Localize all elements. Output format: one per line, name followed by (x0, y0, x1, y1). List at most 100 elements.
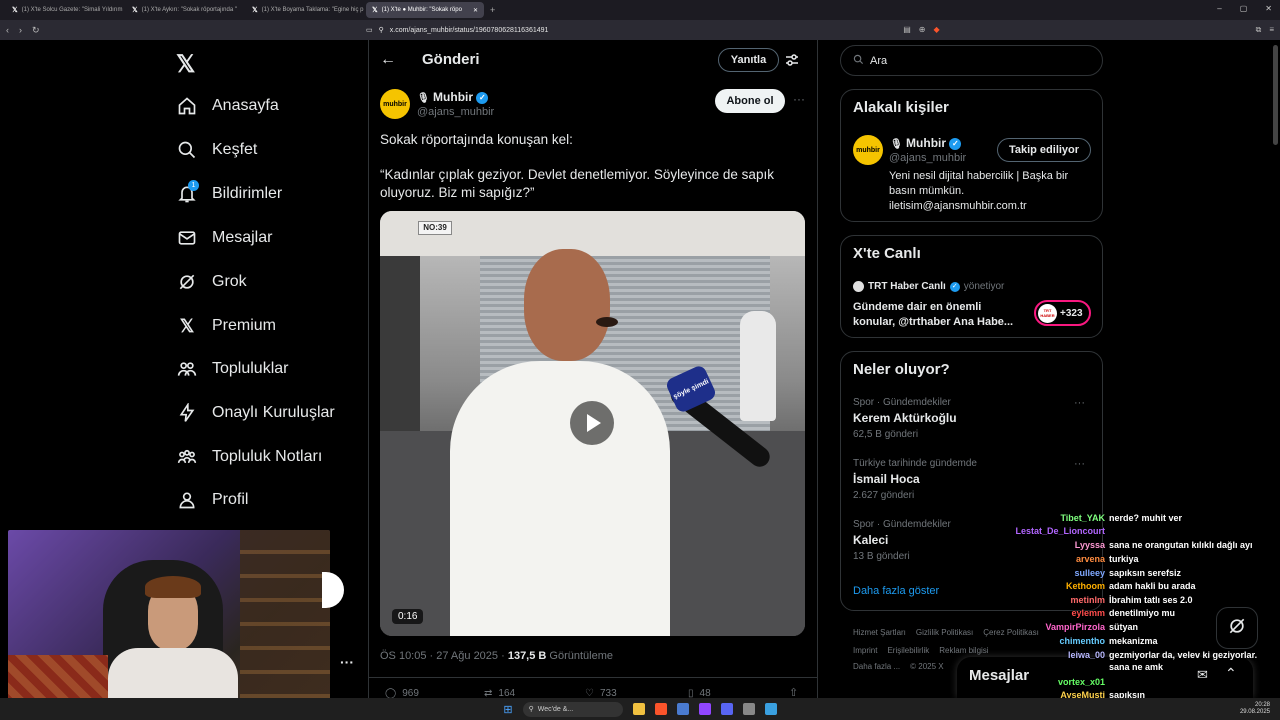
post-text-line2: “Kadınlar çıplak geziyor. Devlet denetle… (380, 167, 774, 200)
file-explorer-icon[interactable] (632, 703, 645, 715)
settings-sliders-icon[interactable] (784, 52, 800, 68)
post-timestamp[interactable]: ÖS 10:05 · 27 Ağu 2025 · (380, 650, 505, 662)
live-host-row[interactable]: TRT Haber Canlı ✓ yönetiyor (853, 281, 1004, 292)
chat-username[interactable]: Lyyssa (1000, 540, 1105, 550)
chat-text: gezmiyorlar da, velev ki geziyorlar. (1109, 650, 1258, 660)
maximize-icon[interactable]: ▢ (1240, 4, 1248, 13)
shield-icon[interactable]: ◆ (933, 25, 939, 35)
live-title: X'te Canlı (853, 245, 921, 262)
more-options-icon[interactable]: ··· (793, 92, 805, 106)
chat-text: sapıksın serefsiz (1109, 568, 1182, 578)
chat-username[interactable]: arvena (1000, 554, 1105, 564)
minimize-icon[interactable]: – (1217, 4, 1221, 13)
post-video[interactable]: NO:39 şöyle şimdi 0:16 (380, 211, 805, 636)
following-button[interactable]: Takip ediliyor (997, 138, 1091, 162)
bookmark-icon[interactable]: ▭ (366, 26, 373, 34)
chat-username[interactable]: Kethoom (1000, 581, 1105, 591)
chevron-up-icon[interactable]: ⌃ (1225, 665, 1237, 682)
communities-icon (176, 358, 198, 380)
search-icon (176, 139, 198, 161)
reader-icon[interactable]: ▤ (903, 25, 911, 35)
url-field[interactable]: ▭ ⚲ x.com/ajans_muhbir/status/1960780628… (366, 26, 903, 35)
browser-tab[interactable]: 𝕏 (1) X'te Boyama Taklama: "Egine hiç p (246, 2, 364, 18)
close-tab-icon[interactable]: ✕ (473, 7, 478, 14)
app-icon[interactable] (676, 703, 689, 715)
app-icon[interactable] (698, 703, 711, 715)
chat-text: sütyan (1109, 622, 1139, 632)
views-label: Görüntüleme (549, 650, 614, 662)
taskbar-search[interactable]: ⚲ Wec'de &... (522, 701, 623, 717)
taskbar-clock[interactable]: 20:28 29.08.2025 (1240, 702, 1270, 716)
nav-premium[interactable]: 𝕏 Premium (176, 315, 276, 337)
browser-tab[interactable]: 𝕏 (1) X'te Solcu Gazete: "Simali Yıldırım (6, 2, 124, 18)
live-listeners-pill[interactable]: TRT HABER +323 (1034, 300, 1091, 326)
nav-profile[interactable]: Profil (176, 489, 248, 511)
chat-username[interactable]: leiwa_00 (1000, 650, 1105, 660)
nav-home[interactable]: Anasayfa (176, 95, 279, 117)
page-title: Gönderi (422, 51, 480, 68)
chat-username[interactable]: sulleey (1000, 568, 1105, 578)
app-icon[interactable] (742, 703, 755, 715)
chat-username[interactable]: VampirPirzola (1000, 622, 1105, 632)
author-name-row[interactable]: 🎙 Muhbir ✓ (417, 90, 489, 104)
person-shirt-image (108, 648, 238, 705)
close-window-icon[interactable]: ✕ (1265, 4, 1272, 13)
new-tab-icon[interactable]: + (490, 5, 495, 15)
nav-community-notes[interactable]: Topluluk Notları (176, 446, 322, 468)
live-description[interactable]: Gündeme dair en önemli konular, @trthabe… (853, 300, 1023, 330)
more-options-icon[interactable]: ··· (1074, 397, 1085, 409)
more-options-icon[interactable]: ··· (1074, 458, 1085, 470)
extensions-icon[interactable]: ⧉ (1256, 25, 1262, 35)
chat-username[interactable]: Lestat_De_Lioncourt (1000, 526, 1105, 536)
chat-username[interactable]: chimentho (1000, 636, 1105, 646)
x-favicon-icon: 𝕏 (252, 7, 258, 14)
related-handle[interactable]: @ajans_muhbir (889, 152, 966, 164)
chat-message: Tibet_YAK nerde? muhit ver (1000, 513, 1182, 523)
menu-icon[interactable]: ≡ (1269, 25, 1274, 35)
more-options-icon[interactable]: ··· (340, 654, 354, 670)
reload-icon[interactable]: ↻ (32, 25, 40, 36)
search-input[interactable]: Ara (840, 45, 1103, 76)
nav-verified-orgs[interactable]: Onaylı Kuruluşlar (176, 402, 335, 424)
divider (368, 677, 818, 678)
notes-icon (176, 446, 198, 468)
chat-text: denetilmiyo mu (1109, 608, 1176, 618)
subscribe-button[interactable]: Abone ol (715, 89, 785, 113)
new-message-icon[interactable]: ✉ (1197, 667, 1208, 683)
site-info-icon[interactable]: ⚲ (379, 26, 384, 34)
page-scrollbar[interactable] (1273, 45, 1278, 145)
trend-item[interactable]: Spor · Gündemdekiler Kerem Aktürkoğlu 62… (853, 397, 1093, 440)
trend-item[interactable]: Türkiye tarihinde gündemde İsmail Hoca 2… (853, 458, 1093, 501)
chat-username[interactable]: Tibet_YAK (1000, 513, 1105, 523)
forward-icon[interactable]: › (19, 25, 22, 36)
taskbar: ⊞ ⚲ Wec'de &... 20:28 29.08.2025 (0, 698, 1280, 720)
related-avatar[interactable]: muhbir (853, 135, 883, 165)
zoom-icon[interactable]: ⊕ (919, 25, 926, 35)
back-icon[interactable]: ‹ (6, 25, 9, 36)
app-icon[interactable] (720, 703, 733, 715)
notification-badge: 1 (188, 180, 199, 191)
chat-username[interactable]: eylemm (1000, 608, 1105, 618)
browser-tab-active[interactable]: 𝕏 (1) X'te ● Muhbir: "Sokak röpo ✕ (366, 2, 484, 18)
app-icon[interactable] (764, 703, 777, 715)
show-more-link[interactable]: Daha fazla göster (853, 585, 939, 597)
nav-grok[interactable]: Grok (176, 271, 247, 293)
windows-start-icon[interactable]: ⊞ (503, 703, 512, 716)
browser-tab[interactable]: 𝕏 (1) X'te Aykırı: "Sokak röportajında " (126, 2, 244, 18)
chat-username[interactable]: metinlm (1000, 595, 1105, 605)
nav-communities[interactable]: Topluluklar (176, 358, 288, 380)
related-name-row[interactable]: 🎙 Muhbir ✓ (890, 136, 962, 150)
chat-username[interactable]: vortex_x01 (1000, 677, 1105, 687)
nav-messages[interactable]: Mesajlar (176, 227, 272, 249)
play-button[interactable] (570, 401, 614, 445)
back-arrow-icon[interactable]: ← (380, 51, 396, 69)
author-handle[interactable]: @ajans_muhbir (417, 106, 494, 118)
author-avatar[interactable]: muhbir (380, 89, 410, 119)
brave-browser-icon[interactable] (654, 703, 667, 715)
x-favicon-icon: 𝕏 (132, 7, 138, 14)
grok-floating-button[interactable] (1216, 607, 1258, 649)
nav-explore[interactable]: Keşfet (176, 139, 257, 161)
circle-button[interactable] (322, 572, 344, 608)
reply-button[interactable]: Yanıtla (718, 48, 779, 72)
x-logo-icon[interactable]: 𝕏 (176, 50, 195, 79)
